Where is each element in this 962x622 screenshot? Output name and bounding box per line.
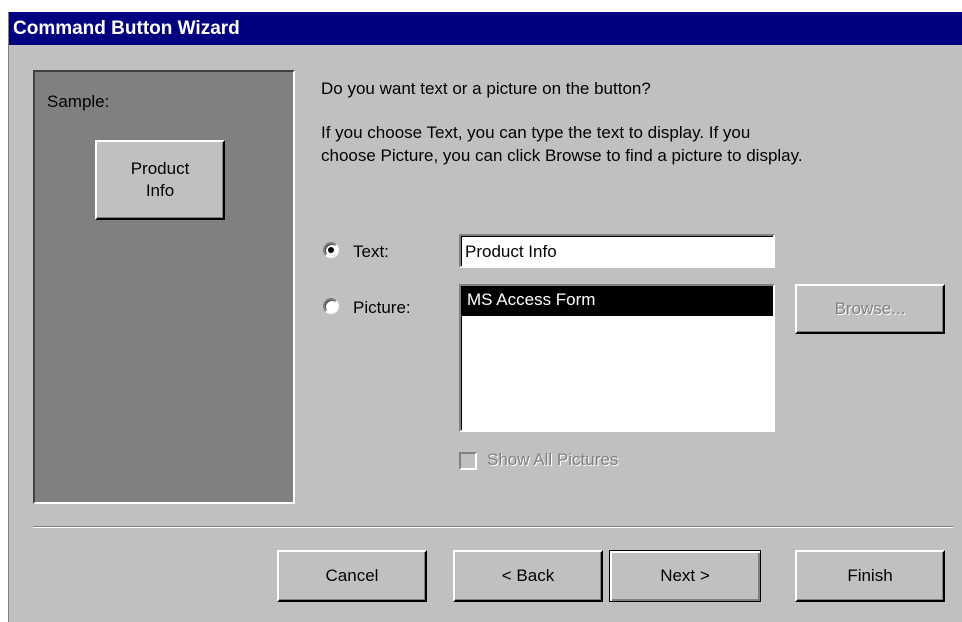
sample-button-preview: Product Info — [95, 140, 225, 220]
text-radio-label[interactable]: Text: — [353, 240, 389, 263]
sample-panel: Sample: Product Info — [33, 70, 295, 504]
instruction-line-2: choose Picture, you can click Browse to … — [321, 146, 803, 165]
list-item[interactable]: MS Access Form — [461, 286, 773, 316]
next-button[interactable]: Next > — [609, 550, 761, 602]
wizard-window: Command Button Wizard Sample: Product In… — [8, 12, 962, 622]
separator-line — [33, 526, 953, 528]
cancel-button[interactable]: Cancel — [277, 550, 427, 602]
browse-button[interactable]: Browse... — [795, 284, 945, 334]
picture-list[interactable]: MS Access Form — [459, 284, 775, 432]
sample-button-text: Product Info — [130, 159, 190, 200]
title-bar[interactable]: Command Button Wizard — [9, 12, 962, 45]
picture-radio-label[interactable]: Picture: — [353, 296, 411, 319]
question-text: Do you want text or a picture on the but… — [321, 79, 651, 98]
button-text-input[interactable] — [459, 234, 775, 268]
picture-radio[interactable] — [323, 298, 339, 314]
show-all-pictures-checkbox[interactable] — [459, 452, 477, 470]
instruction-line-1: If you choose Text, you can type the tex… — [321, 123, 751, 142]
back-button[interactable]: < Back — [453, 550, 603, 602]
finish-button[interactable]: Finish — [795, 550, 945, 602]
sample-label: Sample: — [47, 92, 110, 111]
show-all-pictures-label[interactable]: Show All Pictures — [487, 450, 618, 470]
text-radio[interactable] — [323, 242, 339, 258]
radio-selected-dot — [328, 247, 334, 253]
